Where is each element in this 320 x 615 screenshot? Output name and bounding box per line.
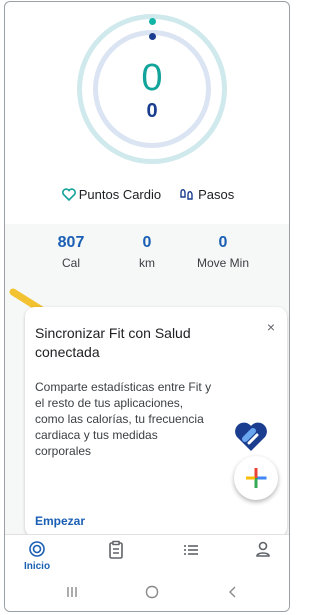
recents-icon[interactable] <box>64 584 80 600</box>
journal-icon <box>109 540 123 559</box>
card-description: Comparte estadísticas entre Fit y el res… <box>35 380 212 458</box>
back-icon[interactable] <box>225 584 241 600</box>
stat-move-min-label: Move Min <box>196 256 249 270</box>
stat-distance-label: km <box>139 256 155 270</box>
add-button[interactable] <box>234 456 278 500</box>
legend-steps[interactable]: Pasos <box>179 187 234 202</box>
stat-calories-value: 807 <box>57 234 85 251</box>
system-navigation-bar <box>5 576 289 611</box>
health-connect-card[interactable]: Sincronizar Fit con Salud conectada × Co… <box>25 307 287 537</box>
card-title: Sincronizar Fit con Salud conectada <box>35 325 191 360</box>
nav-profile[interactable] <box>243 540 283 563</box>
rings-legend: Puntos Cardio Pasos <box>5 187 289 202</box>
nav-browse[interactable] <box>171 540 211 563</box>
bottom-navigation: Inicio <box>5 534 289 577</box>
nav-home-label: Inicio <box>23 561 51 572</box>
legend-points[interactable]: Puntos Cardio <box>61 187 162 202</box>
stat-distance[interactable]: 0 km <box>107 234 187 270</box>
nav-journal[interactable] <box>96 540 136 563</box>
health-connect-logo <box>235 422 267 451</box>
legend-points-label: Puntos Cardio <box>78 187 162 202</box>
close-icon[interactable]: × <box>267 319 275 335</box>
activity-rings[interactable]: 0 0 <box>77 14 227 164</box>
app-frame: 0 0 Puntos Cardio Pasos 807 Cal 0 km 0 M… <box>4 1 290 612</box>
steps-value: 0 <box>146 100 158 122</box>
list-icon <box>184 545 198 555</box>
profile-icon <box>256 541 270 557</box>
start-button[interactable]: Empezar <box>35 514 85 528</box>
home-circle-icon[interactable] <box>144 584 160 600</box>
heart-icon <box>61 188 76 201</box>
steps-ring-dot <box>149 33 156 40</box>
stat-move-min-value: 0 <box>218 234 228 251</box>
nav-home[interactable]: Inicio <box>17 540 57 572</box>
stats-row: 807 Cal 0 km 0 Move Min <box>5 224 289 284</box>
add-icon <box>246 468 267 488</box>
stat-calories[interactable]: 807 Cal <box>31 234 111 270</box>
shoes-icon <box>180 188 193 200</box>
points-ring-dot <box>149 18 156 25</box>
home-icon <box>29 541 45 557</box>
legend-steps-label: Pasos <box>198 187 235 202</box>
stat-calories-label: Cal <box>61 256 80 270</box>
stat-move-min[interactable]: 0 Move Min <box>183 234 263 270</box>
stat-distance-value: 0 <box>142 234 152 251</box>
points-value: 0 <box>141 57 163 99</box>
